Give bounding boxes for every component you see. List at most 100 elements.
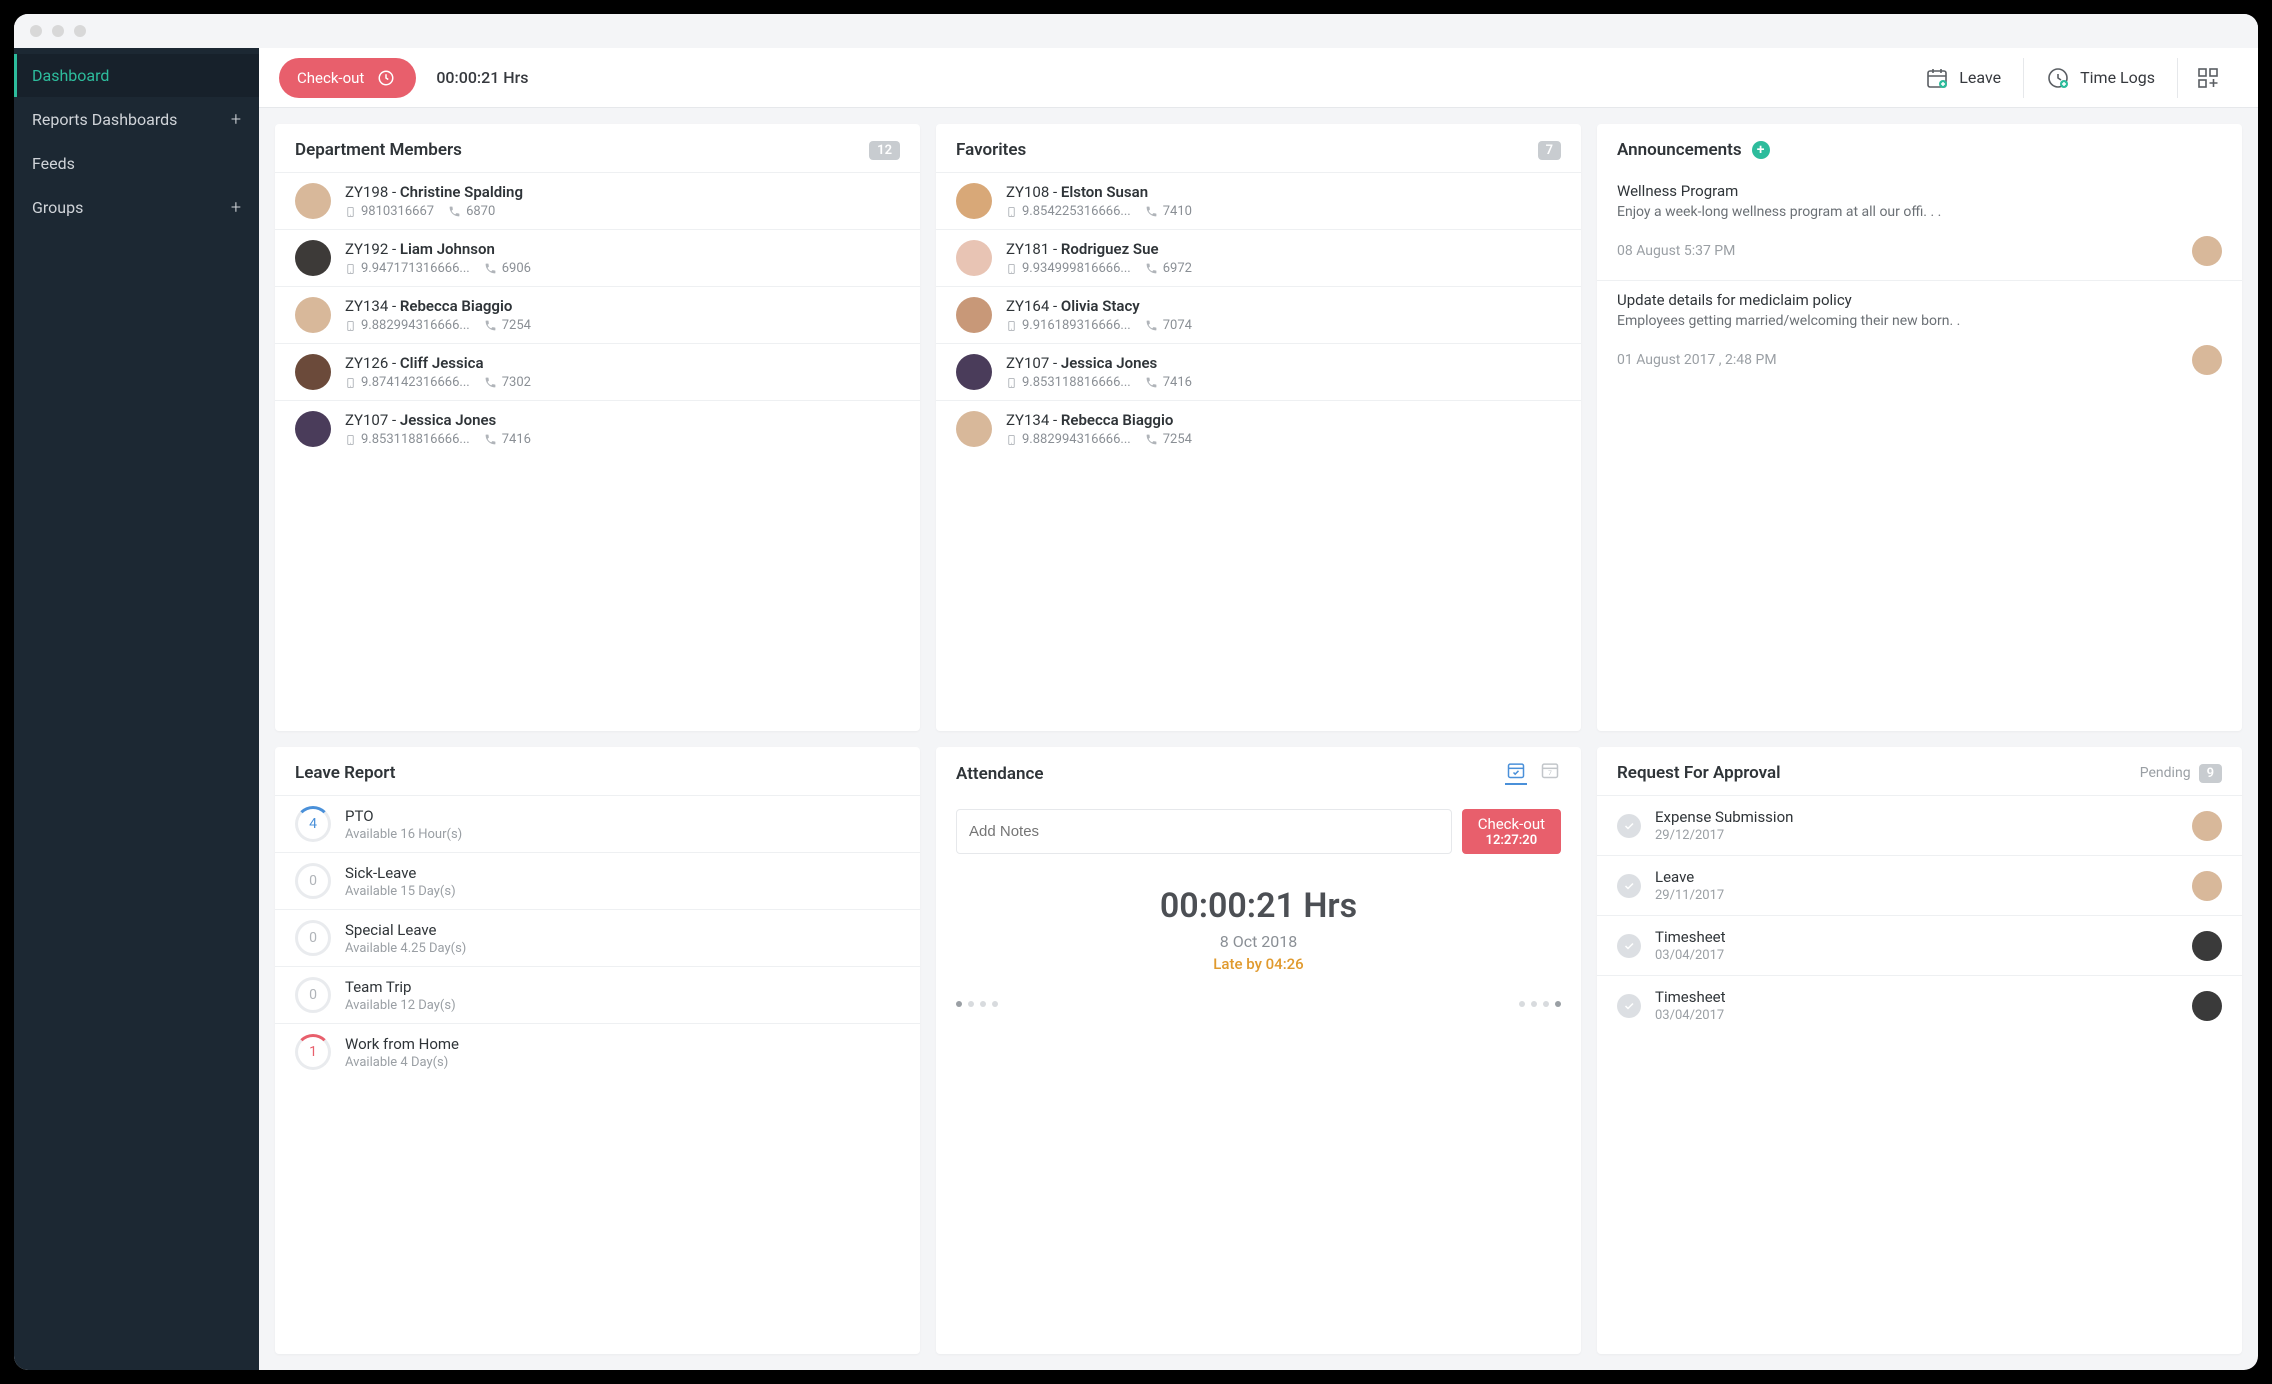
mobile-meta: 9.854225316666... [1006,204,1131,219]
dot-icon[interactable] [1531,1001,1537,1007]
attendance-checkout-button[interactable]: Check-out 12:27:20 [1462,809,1561,854]
sidebar-item-groups[interactable]: Groups + [14,185,259,230]
check-icon [1617,934,1641,958]
sidebar-item-reports[interactable]: Reports Dashboards + [14,97,259,142]
approval-name: Leave [1655,868,2178,886]
leave-body: PTO Available 16 Hour(s) [345,807,462,842]
member-row[interactable]: ZY164 - Olivia Stacy 9.916189316666... 7… [936,286,1581,343]
traffic-light-close[interactable] [30,25,42,37]
leave-action[interactable]: Leave [1903,58,2023,98]
approval-body: Timesheet 03/04/2017 [1655,988,2178,1023]
card-header: Announcements + [1597,124,2242,172]
approval-date: 29/11/2017 [1655,888,2178,903]
favorites-list: ZY108 - Elston Susan 9.854225316666... 7… [936,172,1581,457]
member-meta: 9.853118816666... 7416 [345,432,900,447]
attendance-notes-row: Check-out 12:27:20 [936,797,1581,866]
leave-row[interactable]: 0 Team Trip Available 12 Day(s) [275,966,920,1023]
svg-text:7: 7 [1548,769,1552,777]
leave-count-ring: 0 [295,920,331,956]
member-row[interactable]: ZY192 - Liam Johnson 9.947171316666... 6… [275,229,920,286]
leave-body: Team Trip Available 12 Day(s) [345,978,456,1013]
member-row[interactable]: ZY198 - Christine Spalding 9810316667 68… [275,172,920,229]
checkout-button[interactable]: Check-out [279,58,416,98]
widgets-icon [2196,66,2220,90]
leave-row[interactable]: 0 Sick-Leave Available 15 Day(s) [275,852,920,909]
dot-icon[interactable] [1519,1001,1525,1007]
leave-row[interactable]: 1 Work from Home Available 4 Day(s) [275,1023,920,1080]
phone-meta: 7254 [484,318,531,333]
topbar: Check-out 00:00:21 Hrs Leave [259,48,2258,108]
sidebar-item-feeds[interactable]: Feeds [14,142,259,185]
leave-name: Team Trip [345,978,456,996]
timelogs-action[interactable]: Time Logs [2023,58,2177,98]
dot-icon[interactable] [1555,1001,1561,1007]
leave-meta: Available 4.25 Day(s) [345,941,466,956]
approval-row[interactable]: Expense Submission 29/12/2017 [1597,795,2242,855]
attendance-tab-day[interactable] [1505,763,1527,785]
announcement-item[interactable]: Update details for mediclaim policy Empl… [1597,280,2242,389]
leave-label: Leave [1959,68,2001,87]
avatar [2192,991,2222,1021]
announcement-time: 08 August 5:37 PM [1617,243,1735,259]
member-body: ZY107 - Jessica Jones 9.853118816666... … [1006,354,1561,390]
member-meta: 9.947171316666... 6906 [345,261,900,276]
member-row[interactable]: ZY134 - Rebecca Biaggio 9.882994316666..… [936,400,1581,457]
member-row[interactable]: ZY134 - Rebecca Biaggio 9.882994316666..… [275,286,920,343]
attendance-tabs: 7 [1505,763,1561,785]
leave-list: 4 PTO Available 16 Hour(s) 0 Sick-Leave … [275,795,920,1080]
dot-icon[interactable] [980,1001,986,1007]
pager-right [1519,1001,1561,1007]
announcement-item[interactable]: Wellness Program Enjoy a week-long welln… [1597,172,2242,280]
avatar [2192,236,2222,266]
avatar [2192,811,2222,841]
avatar [956,240,992,276]
member-row[interactable]: ZY107 - Jessica Jones 9.853118816666... … [275,400,920,457]
approval-row[interactable]: Leave 29/11/2017 [1597,855,2242,915]
approval-row[interactable]: Timesheet 03/04/2017 [1597,915,2242,975]
member-row[interactable]: ZY108 - Elston Susan 9.854225316666... 7… [936,172,1581,229]
mobile-meta: 9.853118816666... [345,432,470,447]
sidebar: Dashboard Reports Dashboards + Feeds Gro… [14,48,259,1370]
dot-icon[interactable] [956,1001,962,1007]
dot-icon[interactable] [992,1001,998,1007]
plus-icon[interactable]: + [231,109,241,130]
content-area: Check-out 00:00:21 Hrs Leave [259,48,2258,1370]
plus-icon[interactable]: + [231,197,241,218]
member-row[interactable]: ZY181 - Rodriguez Sue 9.934999816666... … [936,229,1581,286]
dept-list: ZY198 - Christine Spalding 9810316667 68… [275,172,920,457]
member-body: ZY108 - Elston Susan 9.854225316666... 7… [1006,183,1561,219]
attendance-late: Late by 04:26 [956,955,1561,973]
member-name: ZY134 - Rebecca Biaggio [345,297,900,315]
attendance-tab-week[interactable]: 7 [1539,763,1561,785]
mobile-meta: 9.947171316666... [345,261,470,276]
leave-name: Work from Home [345,1035,459,1053]
sidebar-item-dashboard[interactable]: Dashboard [14,54,259,97]
phone-meta: 7410 [1145,204,1192,219]
check-icon [1617,814,1641,838]
dept-members-card: Department Members 12 ZY198 - Christine … [275,124,920,731]
dot-icon[interactable] [1543,1001,1549,1007]
approval-body: Timesheet 03/04/2017 [1655,928,2178,963]
mobile-meta: 9.882994316666... [1006,432,1131,447]
leave-row[interactable]: 0 Special Leave Available 4.25 Day(s) [275,909,920,966]
member-row[interactable]: ZY107 - Jessica Jones 9.853118816666... … [936,343,1581,400]
leave-row[interactable]: 4 PTO Available 16 Hour(s) [275,795,920,852]
leave-meta: Available 12 Day(s) [345,998,456,1013]
dot-icon[interactable] [968,1001,974,1007]
traffic-light-minimize[interactable] [52,25,64,37]
phone-meta: 7302 [484,375,531,390]
attendance-date: 8 Oct 2018 [956,932,1561,951]
add-notes-input[interactable] [956,809,1452,854]
attendance-header: Attendance 7 [936,747,1581,797]
clock-plus-icon [2046,66,2070,90]
avatar [295,183,331,219]
widgets-action[interactable] [2177,58,2238,98]
member-body: ZY164 - Olivia Stacy 9.916189316666... 7… [1006,297,1561,333]
checkout-time: 12:27:20 [1478,833,1545,848]
leave-name: Special Leave [345,921,466,939]
add-announcement-icon[interactable]: + [1752,141,1770,159]
approval-row[interactable]: Timesheet 03/04/2017 [1597,975,2242,1035]
member-row[interactable]: ZY126 - Cliff Jessica 9.874142316666... … [275,343,920,400]
member-meta: 9810316667 6870 [345,204,900,219]
traffic-light-zoom[interactable] [74,25,86,37]
